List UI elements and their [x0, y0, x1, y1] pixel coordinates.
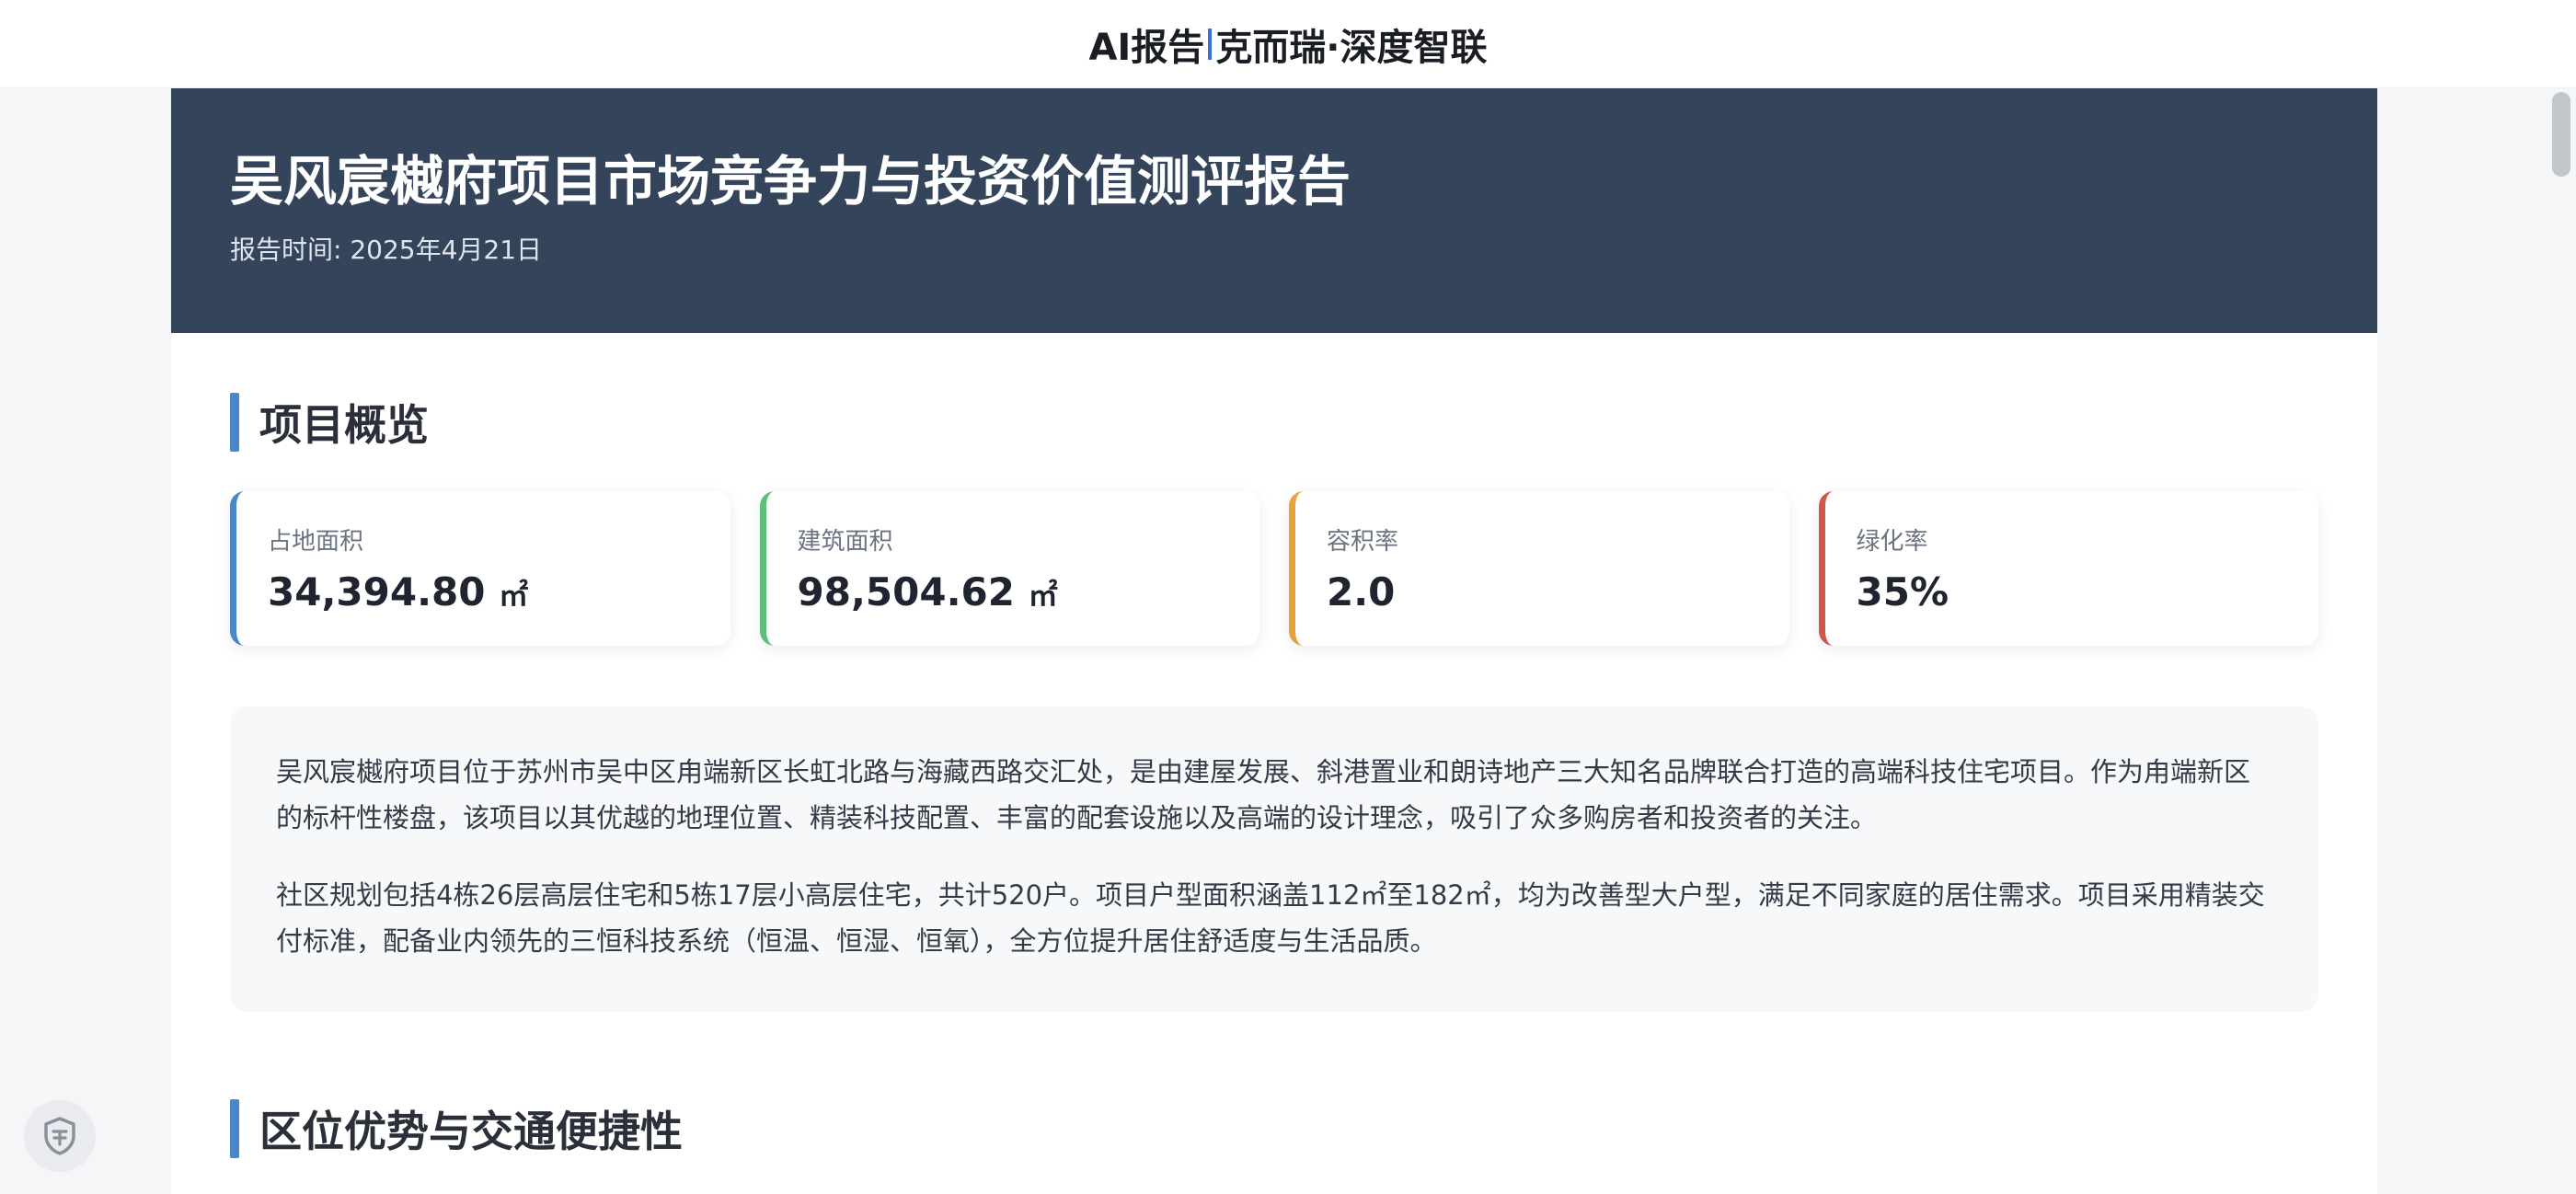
section-heading: 区位优势与交通便捷性 — [230, 1098, 2318, 1159]
stat-label: 占地面积 — [268, 528, 364, 556]
stat-value: 2.0 — [1327, 569, 1396, 614]
section-title: 区位优势与交通便捷性 — [259, 1107, 683, 1156]
shield-button[interactable] — [24, 1100, 96, 1172]
stat-label: 建筑面积 — [797, 528, 893, 556]
stat-value: 98,504.62 ㎡ — [797, 569, 1058, 614]
overview-section: 项目概览 占地面积 34,394.80 ㎡ 建筑面积 98,504.62 ㎡ 容… — [171, 392, 2377, 1159]
shield-icon — [44, 1117, 75, 1155]
section-accent-bar — [230, 393, 239, 452]
stat-label: 容积率 — [1327, 528, 1399, 556]
report-title: 吴风宸樾府项目市场竞争力与投资价值测评报告 — [230, 150, 1351, 212]
report-date: 报告时间: 2025年4月21日 — [230, 235, 543, 265]
intro-paragraph: 吴风宸樾府项目位于苏州市吴中区甪端新区长虹北路与海藏西路交汇处，是由建屋发展、斜… — [276, 756, 2251, 833]
report-page: 吴风宸樾府项目市场竞争力与投资价值测评报告 报告时间: 2025年4月21日 项… — [171, 88, 2377, 1194]
intro-paragraph: 社区规划包括4栋26层高层住宅和5栋17层小高层住宅，共计520户。项目户型面积… — [276, 879, 2265, 957]
stat-value: 34,394.80 ㎡ — [268, 569, 529, 614]
brand-title-left: AI报告 — [1088, 26, 1205, 69]
section-heading: 项目概览 — [230, 392, 2318, 453]
brand-title-right: 克而瑞·深度智联 — [1215, 26, 1488, 69]
report-hero: 吴风宸樾府项目市场竞争力与投资价值测评报告 报告时间: 2025年4月21日 — [171, 88, 2377, 333]
stat-card-plot-ratio: 容积率 2.0 — [1289, 491, 1789, 646]
stat-card-building-area: 建筑面积 98,504.62 ㎡ — [759, 491, 1259, 646]
stat-value: 35% — [1856, 569, 1949, 614]
stat-cards: 占地面积 34,394.80 ㎡ 建筑面积 98,504.62 ㎡ 容积率 2.… — [230, 491, 2318, 646]
project-intro: 吴风宸樾府项目位于苏州市吴中区甪端新区长虹北路与海藏西路交汇处，是由建屋发展、斜… — [230, 706, 2318, 1012]
section-title: 项目概览 — [259, 400, 429, 450]
scrollbar-thumb[interactable] — [2552, 92, 2570, 177]
stat-label: 绿化率 — [1856, 528, 1928, 556]
stat-card-land-area: 占地面积 34,394.80 ㎡ — [230, 491, 730, 646]
brand-separator — [1208, 28, 1213, 60]
app-header: AI报告 克而瑞·深度智联 — [0, 0, 2576, 88]
stat-card-green-ratio: 绿化率 35% — [1818, 491, 2318, 646]
section-accent-bar — [230, 1099, 239, 1158]
